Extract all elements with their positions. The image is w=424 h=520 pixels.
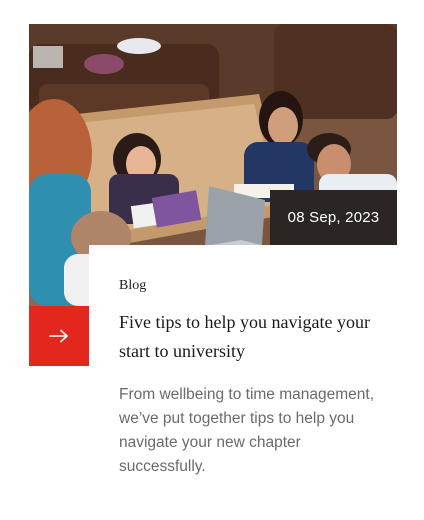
article-title[interactable]: Five tips to help you navigate your star… xyxy=(119,308,379,366)
news-card[interactable]: 08 Sep, 2023 Blog Five tips to help you … xyxy=(0,0,424,520)
category-label: Blog xyxy=(119,278,147,293)
read-more-button[interactable] xyxy=(29,306,89,366)
date-badge: 08 Sep, 2023 xyxy=(270,190,397,245)
article-excerpt: From wellbeing to time management, we’ve… xyxy=(119,386,375,475)
card-content: Blog Five tips to help you navigate your… xyxy=(89,245,397,495)
arrow-right-icon xyxy=(49,329,68,343)
